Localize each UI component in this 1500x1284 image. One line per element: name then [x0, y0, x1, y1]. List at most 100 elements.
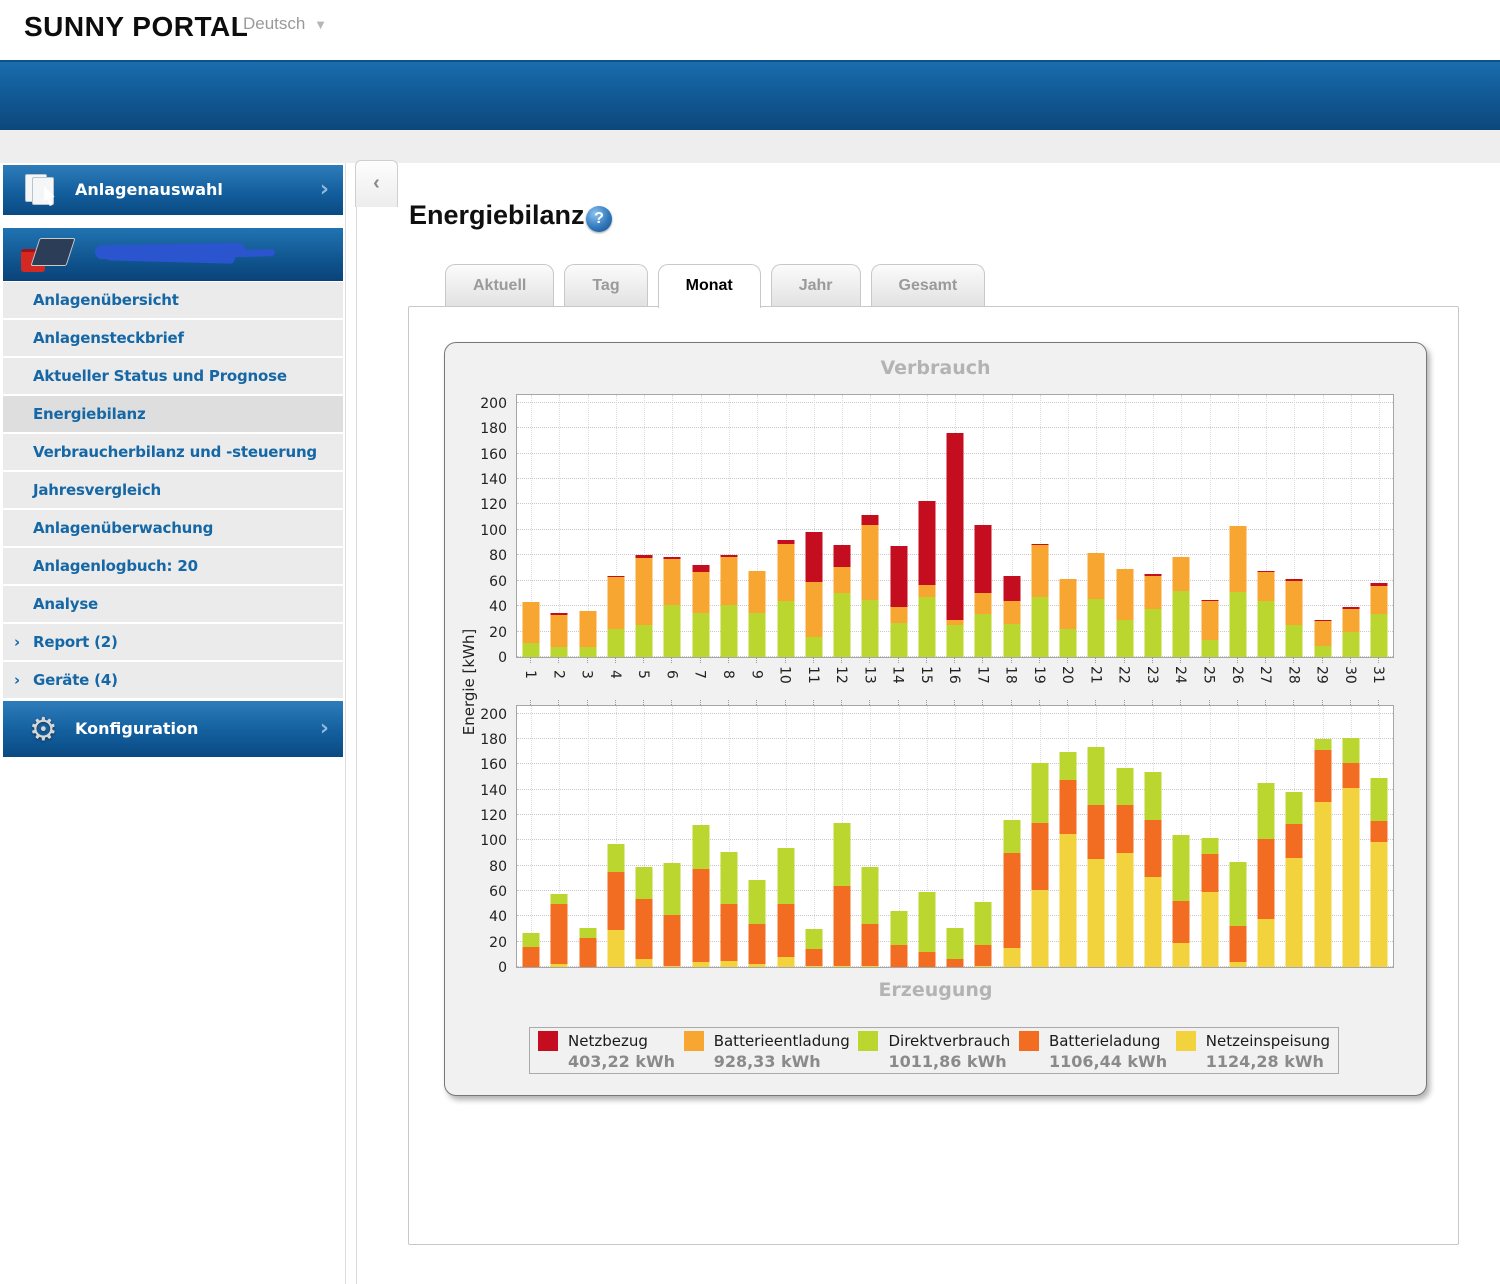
x-tick-label: 27 — [1251, 657, 1279, 705]
bar-segment-netzeinspeisung — [1144, 877, 1161, 967]
bar-segment-direktverbrauch — [777, 601, 794, 657]
bar-segment-batterieentladung — [834, 567, 851, 594]
bar-slot — [1139, 706, 1167, 967]
stacked-bar — [805, 532, 822, 657]
tab-jahr[interactable]: Jahr — [771, 264, 861, 306]
tab-monat[interactable]: Monat — [658, 264, 761, 308]
bar-segment-netzbezug — [918, 501, 935, 585]
bar-segment-batterieladung — [1201, 854, 1218, 892]
y-axis-label: Energie [kWh] — [460, 622, 478, 742]
stacked-bar — [1088, 747, 1105, 967]
bar-segment-direktverbrauch — [918, 892, 935, 952]
sidebar-header-anlagenauswahl[interactable]: Anlagenauswahl › — [3, 165, 343, 215]
bar-segment-netzeinspeisung — [777, 957, 794, 967]
legend-swatch — [1019, 1031, 1039, 1051]
y-tick-label: 160 — [455, 447, 507, 463]
sidebar-item[interactable]: Verbraucherbilanz und -steuerung — [3, 434, 343, 470]
sidebar-item-label: Anlagenübersicht — [33, 291, 179, 309]
sidebar-item[interactable]: Anlagenüberwachung — [3, 510, 343, 546]
bar-slot — [1252, 706, 1280, 967]
sidebar-item-konfiguration[interactable]: ⚙ Konfiguration › — [3, 701, 343, 757]
bar-segment-netzeinspeisung — [749, 964, 766, 967]
sidebar-item[interactable]: Analyse — [3, 586, 343, 622]
legend-item: Netzeinspeisung1124,28 kWh — [1176, 1031, 1330, 1071]
bar-segment-batterieentladung — [975, 593, 992, 613]
bar-segment-netzeinspeisung — [1342, 788, 1359, 967]
language-selector[interactable]: Deutsch ▼ — [243, 14, 327, 34]
sidebar-item[interactable]: Energiebilanz — [3, 396, 343, 432]
collapse-sidebar-button[interactable]: ‹ — [355, 160, 398, 207]
bar-slot — [1054, 706, 1082, 967]
bar-segment-batterieentladung — [579, 611, 596, 647]
plant-item[interactable] — [3, 228, 343, 281]
stacked-bar — [1144, 772, 1161, 967]
stacked-bar — [1258, 783, 1275, 967]
sidebar-item-label: Geräte (4) — [33, 671, 118, 689]
stacked-bar — [1031, 763, 1048, 967]
brand-logo: SUNNY PORTAL — [24, 11, 248, 43]
bar-segment-netzbezug — [975, 525, 992, 594]
y-tick-label: 140 — [455, 472, 507, 488]
plant-name-redacted — [95, 240, 265, 266]
sidebar-item[interactable]: Anlagensteckbrief — [3, 320, 343, 356]
x-tick-label: 24 — [1166, 657, 1194, 705]
bar-segment-batterieentladung — [1286, 581, 1303, 626]
x-tick-label: 25 — [1194, 657, 1222, 705]
tab-tag[interactable]: Tag — [564, 264, 647, 306]
bar-segment-batterieladung — [1314, 750, 1331, 802]
chevron-right-icon: › — [14, 624, 20, 660]
sidebar-item[interactable]: Aktueller Status und Prognose — [3, 358, 343, 394]
sidebar-item-label: Anlagenlogbuch: 20 — [33, 557, 198, 575]
bar-slot — [1111, 706, 1139, 967]
sidebar-item[interactable]: ›Geräte (4) — [3, 662, 343, 698]
sidebar-item[interactable]: ›Report (2) — [3, 624, 343, 660]
bar-segment-batterieladung — [918, 952, 935, 967]
bar-segment-batterieentladung — [1229, 526, 1246, 592]
x-tick-label: 7 — [686, 657, 714, 705]
tab-gesamt[interactable]: Gesamt — [871, 264, 986, 306]
bar-segment-netzbezug — [890, 546, 907, 607]
chevron-down-icon: ▼ — [314, 17, 327, 32]
bar-segment-direktverbrauch — [607, 629, 624, 657]
bar-slot — [998, 395, 1026, 657]
page-title: Energiebilanz — [409, 200, 585, 231]
bar-segment-batterieentladung — [1003, 601, 1020, 624]
bar-slot — [800, 706, 828, 967]
stacked-bar — [664, 863, 681, 967]
sidebar-item[interactable]: Anlagenübersicht — [3, 282, 343, 318]
legend-swatch — [538, 1031, 558, 1051]
legend-item: Batterieentladung928,33 kWh — [684, 1031, 850, 1071]
bar-segment-direktverbrauch — [1173, 591, 1190, 657]
x-tick-label: 31 — [1364, 657, 1392, 705]
sidebar-item-label: Anlagenüberwachung — [33, 519, 213, 537]
bar-segment-direktverbrauch — [1144, 609, 1161, 657]
y-tick-label: 0 — [455, 960, 507, 976]
x-tick-label: 1 — [516, 657, 544, 705]
x-tick-label: 6 — [657, 657, 685, 705]
chevron-right-icon: › — [320, 701, 329, 757]
sidebar-item[interactable]: Jahresvergleich — [3, 472, 343, 508]
stacked-bar — [1060, 752, 1077, 967]
y-tick-label: 120 — [455, 808, 507, 824]
bar-segment-direktverbrauch — [834, 823, 851, 886]
bar-segment-direktverbrauch — [664, 605, 681, 657]
stacked-bar — [805, 929, 822, 967]
sidebar-item-label: Anlagensteckbrief — [33, 329, 184, 347]
bar-slot — [800, 395, 828, 657]
bar-segment-batterieladung — [523, 947, 540, 967]
y-tick-label: 60 — [455, 574, 507, 590]
sidebar-item[interactable]: Anlagenlogbuch: 20 — [3, 548, 343, 584]
bar-segment-direktverbrauch — [720, 852, 737, 904]
bar-segment-netzeinspeisung — [1088, 859, 1105, 967]
stacked-bar — [975, 525, 992, 657]
x-axis-labels: 1234567891011121314151617181920212223242… — [516, 657, 1392, 705]
bar-segment-batterieladung — [777, 904, 794, 957]
bar-slot — [545, 395, 573, 657]
stacked-bar — [720, 555, 737, 657]
y-tick-label: 100 — [455, 523, 507, 539]
help-icon[interactable]: ? — [586, 206, 612, 232]
bar-segment-netzeinspeisung — [1229, 962, 1246, 967]
bar-segment-direktverbrauch — [523, 643, 540, 657]
tab-aktuell[interactable]: Aktuell — [445, 264, 554, 306]
bar-segment-netzeinspeisung — [607, 930, 624, 967]
